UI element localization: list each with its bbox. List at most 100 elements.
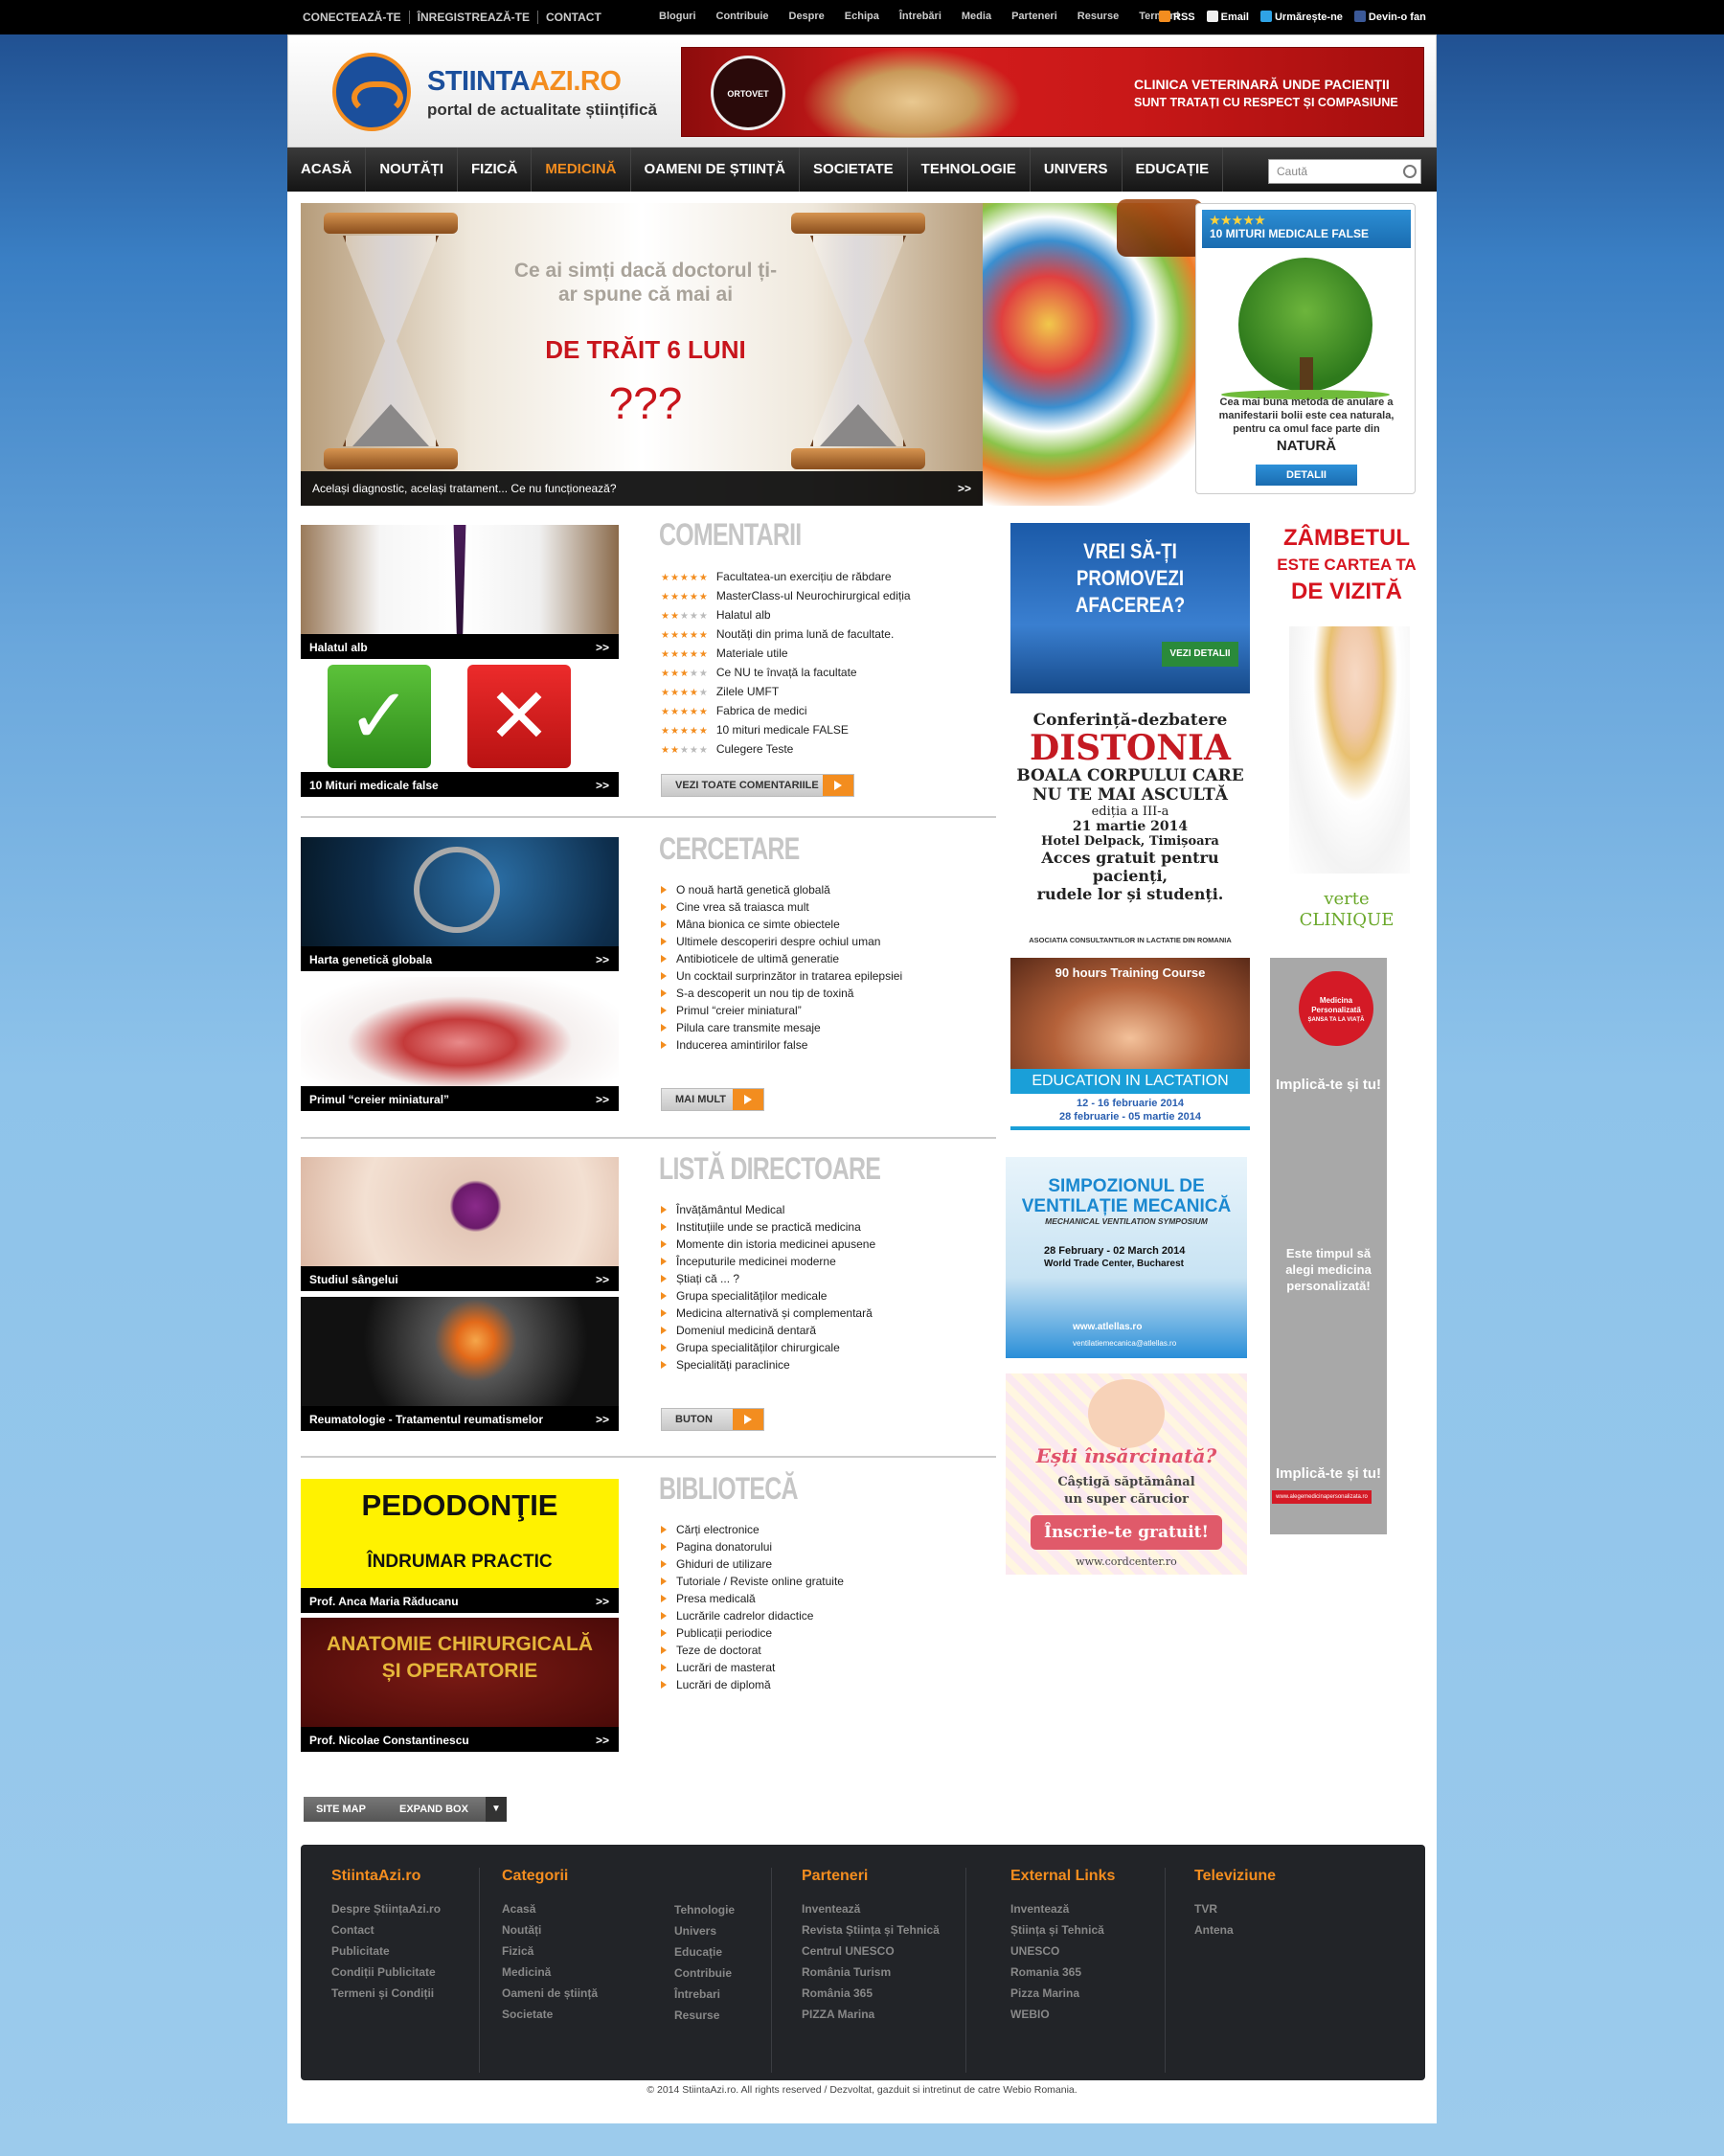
research-list-item[interactable]: Antibioticele de ultimă generatie [661, 950, 902, 967]
top-link-echipa[interactable]: Echipa [845, 11, 879, 22]
footer-link[interactable]: Contribuie [674, 1963, 735, 1984]
card-10-mituri[interactable]: ✓ ✕ 10 Mituri medicale false >> [301, 663, 619, 797]
footer-link[interactable]: Despre ȘtiințaAzi.ro [331, 1898, 441, 1919]
card-studiul-sangelui[interactable]: Studiul sângelui >> [301, 1157, 619, 1291]
footer-link[interactable]: Fizică [502, 1940, 598, 1962]
footer-link[interactable]: Resurse [674, 2005, 735, 2026]
rss-link[interactable]: RSS [1159, 11, 1195, 23]
directory-list-item[interactable]: Învățământul Medical [661, 1201, 875, 1218]
card-pedodontie[interactable]: PEDODONŢIE ÎNDRUMAR PRACTIC Prof. Anca M… [301, 1479, 619, 1613]
card-creier-miniatural[interactable]: Primul “creier miniatural” >> [301, 977, 619, 1111]
site-map-button[interactable]: SITE MAP [316, 1804, 366, 1815]
facebook-link[interactable]: Devin-o fan [1353, 11, 1426, 23]
research-list-item[interactable]: Pilula care transmite mesaje [661, 1019, 902, 1036]
search-input[interactable]: Caută [1268, 159, 1421, 184]
research-list-item[interactable]: O nouă hartă genetică globală [661, 881, 902, 898]
footer-link[interactable]: Condiții Publicitate [331, 1962, 441, 1983]
contact-link[interactable]: CONTACT [537, 11, 609, 24]
library-list-item[interactable]: Teze de doctorat [661, 1642, 844, 1659]
directory-list-item[interactable]: Începuturile medicinei moderne [661, 1253, 875, 1270]
footer-link[interactable]: Contact [331, 1919, 441, 1940]
footer-link[interactable]: UNESCO [1010, 1940, 1115, 1962]
search-icon[interactable] [1403, 165, 1417, 178]
footer-link[interactable]: Acasă [502, 1898, 598, 1919]
footer-link[interactable]: Întrebari [674, 1984, 735, 2005]
footer-link[interactable]: Antena [1194, 1919, 1276, 1940]
nav-societate[interactable]: SOCIETATE [800, 148, 908, 192]
nav-noutati[interactable]: NOUTĂȚI [366, 148, 459, 192]
top-link-contribuie[interactable]: Contribuie [716, 11, 769, 22]
twitter-link[interactable]: Urmărește-ne [1259, 11, 1343, 23]
directory-list-item[interactable]: Grupa specialităților medicale [661, 1287, 875, 1305]
directory-list-item[interactable]: Momente din istoria medicinei apusene [661, 1236, 875, 1253]
comment-list-item[interactable]: ★★★★★ Noutăți din prima lună de facultate… [661, 625, 911, 645]
comment-list-item[interactable]: ★★★★★ Zilele UMFT [661, 683, 911, 702]
register-free-button[interactable]: Înscrie-te gratuit! [1031, 1515, 1222, 1550]
card-halatul-alb[interactable]: Halatul alb >> [301, 525, 619, 659]
top-link-media[interactable]: Media [962, 11, 991, 22]
library-list-item[interactable]: Lucrările cadrelor didactice [661, 1607, 844, 1624]
library-list-item[interactable]: Tutoriale / Reviste online gratuite [661, 1573, 844, 1590]
library-list-item[interactable]: Pagina donatorului [661, 1538, 844, 1555]
comment-list-item[interactable]: ★★★★★ Culegere Teste [661, 740, 911, 760]
nav-oameni-de-stiinta[interactable]: OAMENI DE ȘTIINȚĂ [631, 148, 801, 192]
footer-link[interactable]: România Turism [802, 1962, 940, 1983]
library-list-item[interactable]: Cărți electronice [661, 1521, 844, 1538]
footer-link[interactable]: Termeni și Condiții [331, 1983, 441, 2004]
directory-list-item[interactable]: Grupa specialităților chirurgicale [661, 1339, 875, 1356]
email-link[interactable]: Email [1206, 11, 1249, 23]
nav-medicina[interactable]: MEDICINĂ [532, 148, 631, 192]
card-anatomie-chirurgicala[interactable]: ANATOMIE CHIRURGICALĂ ȘI OPERATORIE Prof… [301, 1618, 619, 1752]
library-list-item[interactable]: Lucrări de diplomă [661, 1676, 844, 1693]
comment-list-item[interactable]: ★★★★★ Materiale utile [661, 645, 911, 664]
nav-fizica[interactable]: FIZICĂ [458, 148, 533, 192]
research-list-item[interactable]: Un cocktail surprinzător in tratarea epi… [661, 967, 902, 985]
footer-link[interactable]: Tehnologie [674, 1899, 735, 1920]
comment-list-item[interactable]: ★★★★★ 10 mituri medicale FALSE [661, 721, 911, 740]
library-list-item[interactable]: Presa medicală [661, 1590, 844, 1607]
footer-link[interactable]: România 365 [802, 1983, 940, 2004]
hero-next-arrow[interactable]: >> [958, 482, 971, 495]
expand-box-button[interactable]: EXPAND BOX [399, 1804, 468, 1815]
directory-list-item[interactable]: Domeniul medicină dentară [661, 1322, 875, 1339]
research-list-item[interactable]: Ultimele descoperiri despre ochiul uman [661, 933, 902, 950]
chevron-down-icon[interactable]: ▼ [486, 1797, 507, 1822]
comment-list-item[interactable]: ★★★★★ MasterClass-ul Neurochirurgical edi… [661, 587, 911, 606]
footer-link[interactable]: Societate [502, 2004, 598, 2025]
footer-link[interactable]: Medicină [502, 1962, 598, 1983]
site-logo-text[interactable]: STIINTAAZI.RO [427, 66, 622, 98]
comment-list-item[interactable]: ★★★★★ Halatul alb [661, 606, 911, 625]
footer-link[interactable]: Publicitate [331, 1940, 441, 1962]
footer-link[interactable]: WEBIO [1010, 2004, 1115, 2025]
cordcenter-ad[interactable]: Ești însărcinată? Câștigă săptămânal un … [1006, 1373, 1247, 1575]
research-list-item[interactable]: Mâna bionica ce simte obiectele [661, 916, 902, 933]
footer-link[interactable]: Oameni de știință [502, 1983, 598, 2004]
nav-tehnologie[interactable]: TEHNOLOGIE [908, 148, 1031, 192]
research-list-item[interactable]: Inducerea amintirilor false [661, 1036, 902, 1054]
comment-list-item[interactable]: ★★★★★ Fabrica de medici [661, 702, 911, 721]
footer-link[interactable]: Inventează [802, 1898, 940, 1919]
footer-link[interactable]: Pizza Marina [1010, 1983, 1115, 2004]
library-list-item[interactable]: Lucrări de masterat [661, 1659, 844, 1676]
lactation-ad[interactable]: ASOCIATIA CONSULTANTILOR IN LACTATIE DIN… [1010, 935, 1250, 1130]
hero-slider[interactable]: Ce ai simți dacă doctorul ți-ar spune că… [301, 203, 983, 506]
comment-list-item[interactable]: ★★★★★ Ce NU te învață la facultate [661, 664, 911, 683]
verte-clinique-ad[interactable]: ZÂMBETUL ESTE CARTEA TA DE VIZITĂ verte … [1270, 525, 1423, 952]
directory-list-item[interactable]: Știați că ... ? [661, 1270, 875, 1287]
library-list-item[interactable]: Publicații periodice [661, 1624, 844, 1642]
footer-link[interactable]: TVR [1194, 1898, 1276, 1919]
top-link-resurse[interactable]: Resurse [1078, 11, 1119, 22]
card-reumatologie[interactable]: Reumatologie - Tratamentul reumatismelor… [301, 1297, 619, 1431]
site-logo-icon[interactable] [332, 53, 411, 131]
directory-list-item[interactable]: Specialități paraclinice [661, 1356, 875, 1373]
top-link-bloguri[interactable]: Bloguri [659, 11, 696, 22]
buton-button[interactable]: BUTON [661, 1408, 764, 1431]
footer-link[interactable]: Știința și Tehnică [1010, 1919, 1115, 1940]
nav-univers[interactable]: UNIVERS [1031, 148, 1123, 192]
register-link[interactable]: ÎNREGISTREAZĂ-TE [408, 11, 537, 24]
research-list-item[interactable]: Cine vrea să traiasca mult [661, 898, 902, 916]
research-list-item[interactable]: S-a descoperit un nou tip de toxină [661, 985, 902, 1002]
directory-list-item[interactable]: Medicina alternativă și complementară [661, 1305, 875, 1322]
nav-educatie[interactable]: EDUCAȚIE [1123, 148, 1224, 192]
more-button[interactable]: MAI MULT [661, 1088, 764, 1111]
